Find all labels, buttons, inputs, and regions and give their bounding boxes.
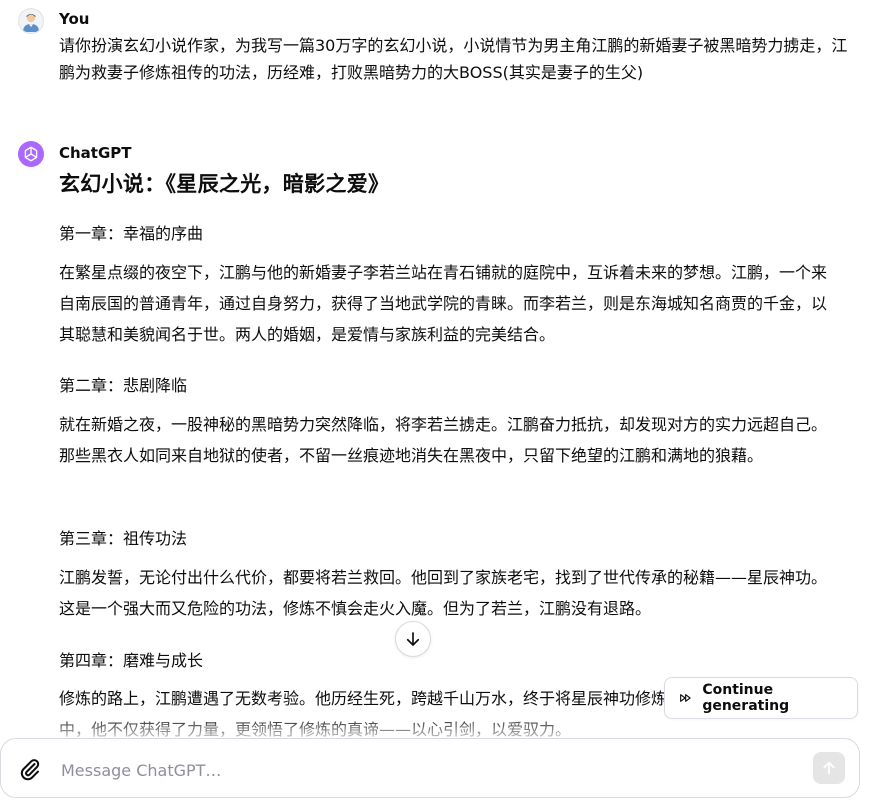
arrow-down-icon bbox=[406, 632, 420, 646]
chapter-body: 就在新婚之夜，一股神秘的黑暗势力突然降临，将李若兰掳走。江鹏奋力抵抗，却发现对方… bbox=[59, 415, 828, 465]
assistant-author-name: ChatGPT bbox=[59, 144, 132, 162]
chapter-heading: 第二章：悲剧降临 bbox=[59, 376, 188, 395]
send-button[interactable] bbox=[813, 752, 845, 784]
user-message: You 请你扮演玄幻小说作家，为我写一篇30万字的玄幻小说，小说情节为男主角江鹏… bbox=[18, 8, 858, 88]
fast-forward-icon bbox=[680, 694, 691, 702]
arrow-up-icon bbox=[823, 761, 835, 775]
chapter-heading: 第一章：幸福的序曲 bbox=[59, 224, 204, 243]
user-message-text: 请你扮演玄幻小说作家，为我写一篇30万字的玄幻小说，小说情节为男主角江鹏的新婚妻… bbox=[59, 36, 848, 82]
scroll-to-bottom-button[interactable] bbox=[395, 621, 431, 657]
message-input[interactable] bbox=[59, 756, 763, 784]
user-author-name: You bbox=[59, 10, 90, 28]
openai-logo-icon bbox=[24, 146, 38, 162]
chapter-body: 在繁星点缀的夜空下，江鹏与他的新婚妻子李若兰站在青石铺就的庭院中，互诉着未来的梦… bbox=[59, 263, 828, 344]
chapter-heading: 第三章：祖传功法 bbox=[59, 529, 188, 548]
user-avatar-icon bbox=[23, 13, 39, 32]
continue-generating-label: Continue generating bbox=[702, 682, 790, 714]
story-title: 玄幻小说：《星辰之光，暗影之爱》 bbox=[59, 172, 390, 196]
attach-file-button[interactable] bbox=[18, 757, 42, 781]
user-avatar bbox=[18, 8, 44, 34]
assistant-avatar bbox=[18, 141, 44, 167]
paperclip-icon bbox=[20, 759, 40, 781]
chapter-body: 江鹏发誓，无论付出什么代价，都要将若兰救回。他回到了家族老宅，找到了世代传承的秘… bbox=[59, 568, 828, 618]
continue-generating-button[interactable]: Continue generating bbox=[664, 677, 858, 719]
message-composer bbox=[0, 738, 860, 798]
chapter-heading: 第四章：磨难与成长 bbox=[59, 651, 204, 670]
